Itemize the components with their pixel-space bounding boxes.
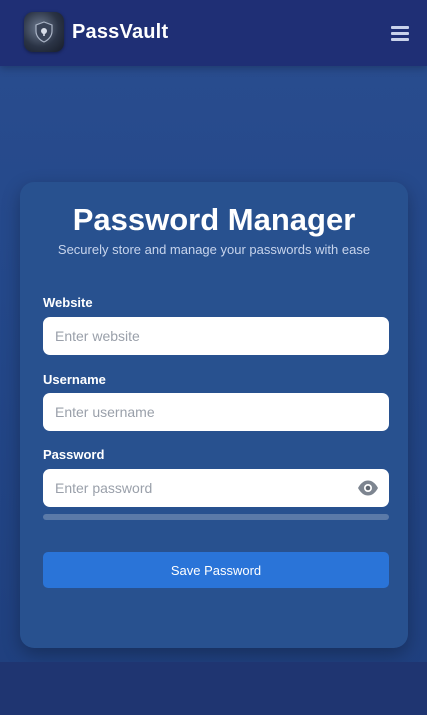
top-navigation-bar: PassVault	[0, 0, 427, 66]
username-field[interactable]	[43, 393, 389, 431]
menu-line	[391, 38, 409, 41]
username-label: Username	[43, 372, 106, 387]
password-field-wrapper	[43, 469, 389, 507]
page-title: Password Manager	[72, 202, 356, 237]
password-strength-bar	[43, 514, 389, 520]
eye-icon[interactable]	[357, 479, 379, 497]
page-footer	[0, 662, 427, 715]
vault-shield-icon	[24, 12, 64, 52]
save-password-button[interactable]: Save Password	[43, 552, 389, 588]
page-subtitle: Securely store and manage your passwords…	[57, 242, 371, 257]
website-field[interactable]	[43, 317, 389, 355]
password-field[interactable]	[43, 469, 389, 507]
menu-line	[391, 32, 409, 35]
app-brand-name[interactable]: PassVault	[72, 21, 168, 44]
menu-line	[391, 26, 409, 29]
password-form-card: Password Manager Securely store and mana…	[20, 182, 408, 648]
password-label: Password	[43, 447, 105, 462]
website-label: Website	[43, 295, 93, 310]
hamburger-menu-icon[interactable]	[391, 24, 409, 44]
